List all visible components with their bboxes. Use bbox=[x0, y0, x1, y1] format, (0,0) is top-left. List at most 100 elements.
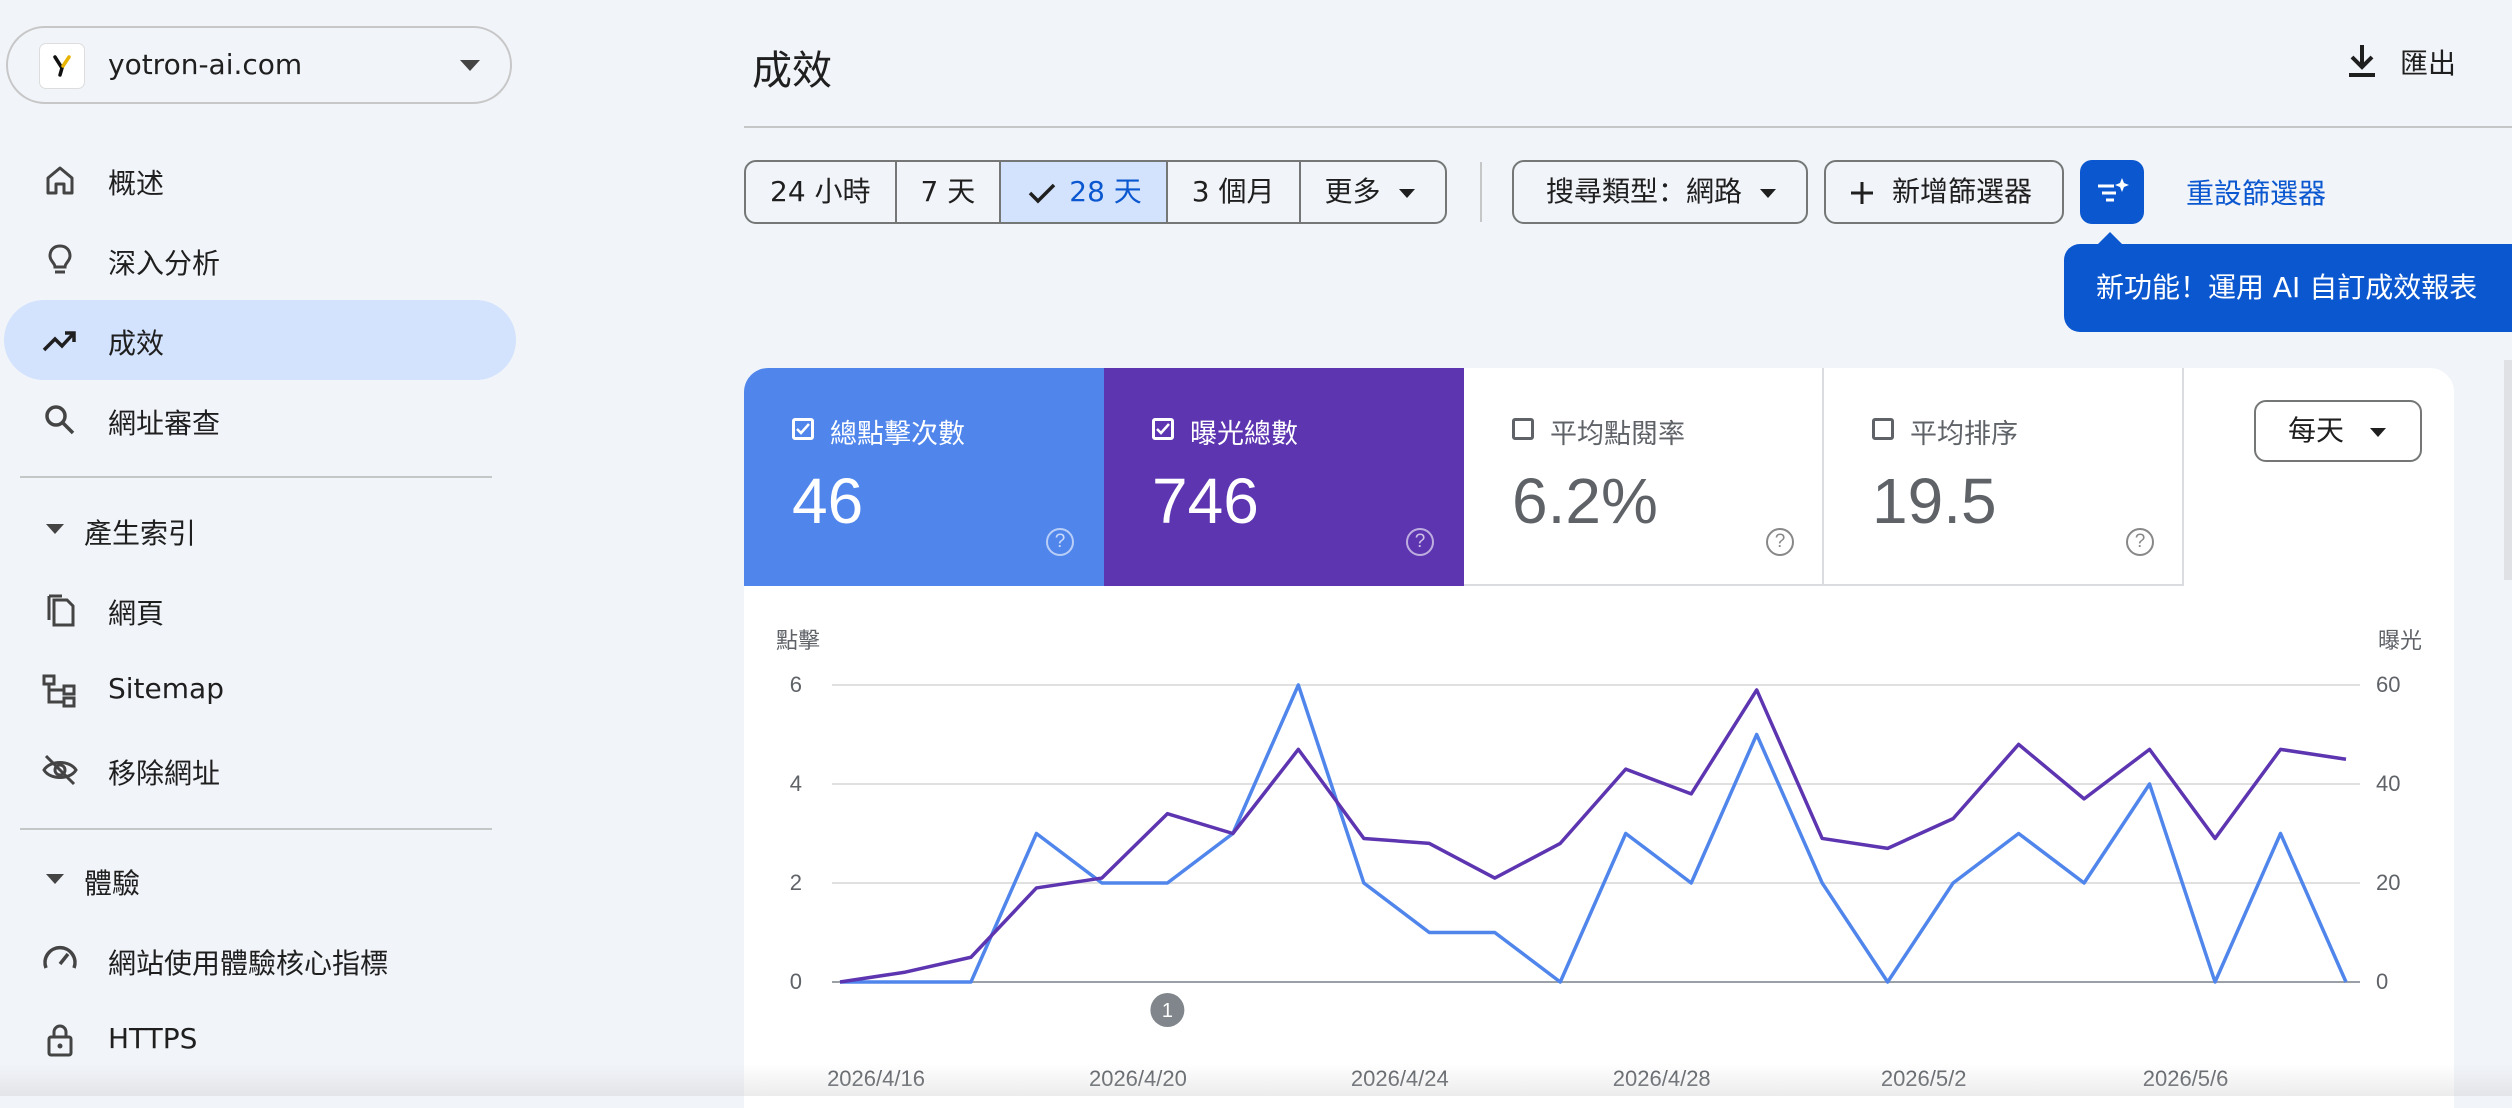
date-chip-label: 28 天 bbox=[1069, 175, 1142, 208]
metric-total-clicks[interactable]: 總點擊次數 46 ? bbox=[744, 368, 1104, 586]
sidebar-item-https[interactable]: HTTPS bbox=[4, 1000, 516, 1080]
metric-value: 6.2% bbox=[1512, 465, 1658, 537]
header-divider bbox=[744, 126, 2512, 128]
series-line-clicks bbox=[840, 683, 2348, 984]
checkbox-checked-icon bbox=[792, 418, 814, 440]
right-axis-title: 曝光 bbox=[2378, 629, 2422, 654]
export-label: 匯出 bbox=[2400, 47, 2457, 80]
help-icon[interactable]: ? bbox=[2126, 528, 2154, 556]
performance-chart: 點擊 曝光 0 0 2 20 4 40 6 60 2026/4/16 2026/4/20 2026/4/… bbox=[776, 629, 2422, 1091]
ai-filter-sparkle-icon bbox=[2098, 178, 2129, 202]
date-range-selector: 24 小時 7 天 28 天 3 個月 更多 bbox=[744, 160, 1447, 224]
help-icon[interactable]: ? bbox=[1046, 528, 1074, 556]
sidebar-item-sitemap[interactable]: Sitemap bbox=[4, 650, 516, 730]
date-more-dropdown[interactable]: 更多 bbox=[1301, 162, 1445, 222]
checkbox-checked-icon bbox=[1152, 418, 1174, 440]
right-tick-label: 20 bbox=[2376, 870, 2400, 895]
left-tick-label: 2 bbox=[790, 870, 802, 895]
date-chip-7d[interactable]: 7 天 bbox=[897, 162, 1002, 222]
metric-label: 平均排序 bbox=[1910, 419, 2018, 450]
ai-feature-tooltip[interactable]: 新功能！運用 AI 自訂成效報表 bbox=[2064, 232, 2512, 332]
x-tick-label: 2026/4/28 bbox=[1613, 1066, 1711, 1091]
sidebar-item-label: 網站使用體驗核心指標 bbox=[108, 947, 389, 980]
caret-down-icon bbox=[1760, 188, 1777, 198]
left-tick-label: 6 bbox=[790, 672, 802, 697]
search-type-dropdown[interactable]: 搜尋類型：網路 bbox=[1512, 160, 1808, 224]
caret-down-icon bbox=[2370, 427, 2387, 437]
scrollbar[interactable] bbox=[2504, 360, 2512, 580]
right-tick-label: 60 bbox=[2376, 672, 2400, 697]
eye-off-icon bbox=[42, 754, 78, 786]
metric-value: 19.5 bbox=[1872, 465, 1997, 537]
left-axis-title: 點擊 bbox=[776, 629, 820, 654]
sidebar-item-removals[interactable]: 移除網址 bbox=[4, 730, 516, 810]
filter-separator bbox=[1480, 162, 1482, 222]
x-tick-label: 2026/5/2 bbox=[1881, 1066, 1967, 1091]
sidebar-item-performance[interactable]: 成效 bbox=[4, 300, 516, 380]
x-tick-label: 2026/4/24 bbox=[1351, 1066, 1449, 1091]
metric-average-position[interactable]: 平均排序 19.5 ? bbox=[1824, 368, 2184, 586]
check-icon bbox=[1029, 183, 1056, 204]
performance-card: 總點擊次數 46 ? 曝光總數 746 ? 平均點閱率 6.2% ? 平均排序 … bbox=[744, 368, 2454, 1108]
search-type-label: 搜尋類型：網路 bbox=[1546, 175, 1743, 208]
caret-down-icon bbox=[1398, 188, 1415, 198]
right-tick-label: 40 bbox=[2376, 771, 2400, 796]
plus-icon bbox=[1851, 182, 1873, 204]
sidebar-divider bbox=[20, 476, 492, 478]
add-filter-button[interactable]: 新增篩選器 bbox=[1824, 160, 2064, 224]
left-tick-label: 0 bbox=[790, 969, 802, 994]
metric-average-ctr[interactable]: 平均點閱率 6.2% ? bbox=[1464, 368, 1824, 586]
date-chip-label: 7 天 bbox=[920, 175, 976, 208]
site-favicon bbox=[40, 44, 84, 88]
metric-label: 曝光總數 bbox=[1190, 419, 1298, 450]
metric-label: 總點擊次數 bbox=[830, 419, 965, 450]
x-tick-label: 2026/5/6 bbox=[2143, 1066, 2229, 1091]
sidebar-item-label: 網頁 bbox=[108, 597, 165, 630]
help-icon[interactable]: ? bbox=[1766, 528, 1794, 556]
metric-total-impressions[interactable]: 曝光總數 746 ? bbox=[1104, 368, 1464, 586]
export-button[interactable]: 匯出 bbox=[2332, 36, 2472, 86]
sidebar-item-pages[interactable]: 網頁 bbox=[4, 570, 516, 650]
sidebar-item-overview[interactable]: 概述 bbox=[4, 140, 516, 220]
reset-filters-link[interactable]: 重設篩選器 bbox=[2186, 172, 2326, 212]
page-title: 成效 bbox=[752, 48, 832, 94]
sidebar-divider bbox=[20, 828, 492, 830]
checkbox-unchecked-icon bbox=[1872, 418, 1894, 440]
sidebar-item-core-web-vitals[interactable]: 網站使用體驗核心指標 bbox=[4, 920, 516, 1000]
speedometer-icon bbox=[43, 945, 77, 969]
caret-down-icon bbox=[46, 524, 64, 534]
ai-customize-button[interactable] bbox=[2080, 160, 2144, 224]
home-icon bbox=[46, 166, 74, 195]
series-line-impressions bbox=[839, 688, 2347, 984]
right-tick-label: 0 bbox=[2376, 969, 2388, 994]
sidebar-item-label: 移除網址 bbox=[108, 757, 221, 790]
add-filter-label: 新增篩選器 bbox=[1892, 175, 2033, 208]
chevron-down-icon bbox=[460, 60, 480, 71]
lightbulb-icon bbox=[48, 244, 72, 274]
x-tick-label: 2026/4/20 bbox=[1089, 1066, 1187, 1091]
more-label: 更多 bbox=[1324, 175, 1381, 208]
sidebar: yotron-ai.com 概述 深入分析 成效 網址審查 產生索引 網頁 Si… bbox=[0, 0, 520, 1096]
caret-down-icon bbox=[46, 874, 64, 884]
sitemap-icon bbox=[42, 674, 76, 708]
left-tick-label: 4 bbox=[790, 771, 802, 796]
x-tick-label: 2026/4/16 bbox=[827, 1066, 925, 1091]
date-chip-24h[interactable]: 24 小時 bbox=[746, 162, 897, 222]
date-chip-3m[interactable]: 3 個月 bbox=[1168, 162, 1301, 222]
property-selector[interactable]: yotron-ai.com bbox=[6, 26, 512, 104]
help-icon[interactable]: ? bbox=[1406, 528, 1434, 556]
sidebar-item-insights[interactable]: 深入分析 bbox=[4, 220, 516, 300]
sidebar-item-label: 成效 bbox=[108, 327, 165, 360]
granularity-dropdown[interactable]: 每天 bbox=[2254, 400, 2422, 462]
granularity-label: 每天 bbox=[2288, 414, 2345, 447]
checkbox-unchecked-icon bbox=[1512, 418, 1534, 440]
annotation-label: 1 bbox=[1162, 1000, 1173, 1022]
sidebar-item-label: 網址審查 bbox=[108, 407, 221, 440]
sidebar-item-label: 概述 bbox=[108, 167, 165, 200]
search-icon bbox=[45, 405, 75, 435]
sidebar-item-url-inspection[interactable]: 網址審查 bbox=[4, 380, 516, 460]
sidebar-item-label: HTTPS bbox=[108, 1022, 198, 1055]
date-chip-28d[interactable]: 28 天 bbox=[1001, 162, 1168, 222]
metric-value: 746 bbox=[1152, 465, 1259, 537]
metric-label: 平均點閱率 bbox=[1550, 419, 1685, 450]
